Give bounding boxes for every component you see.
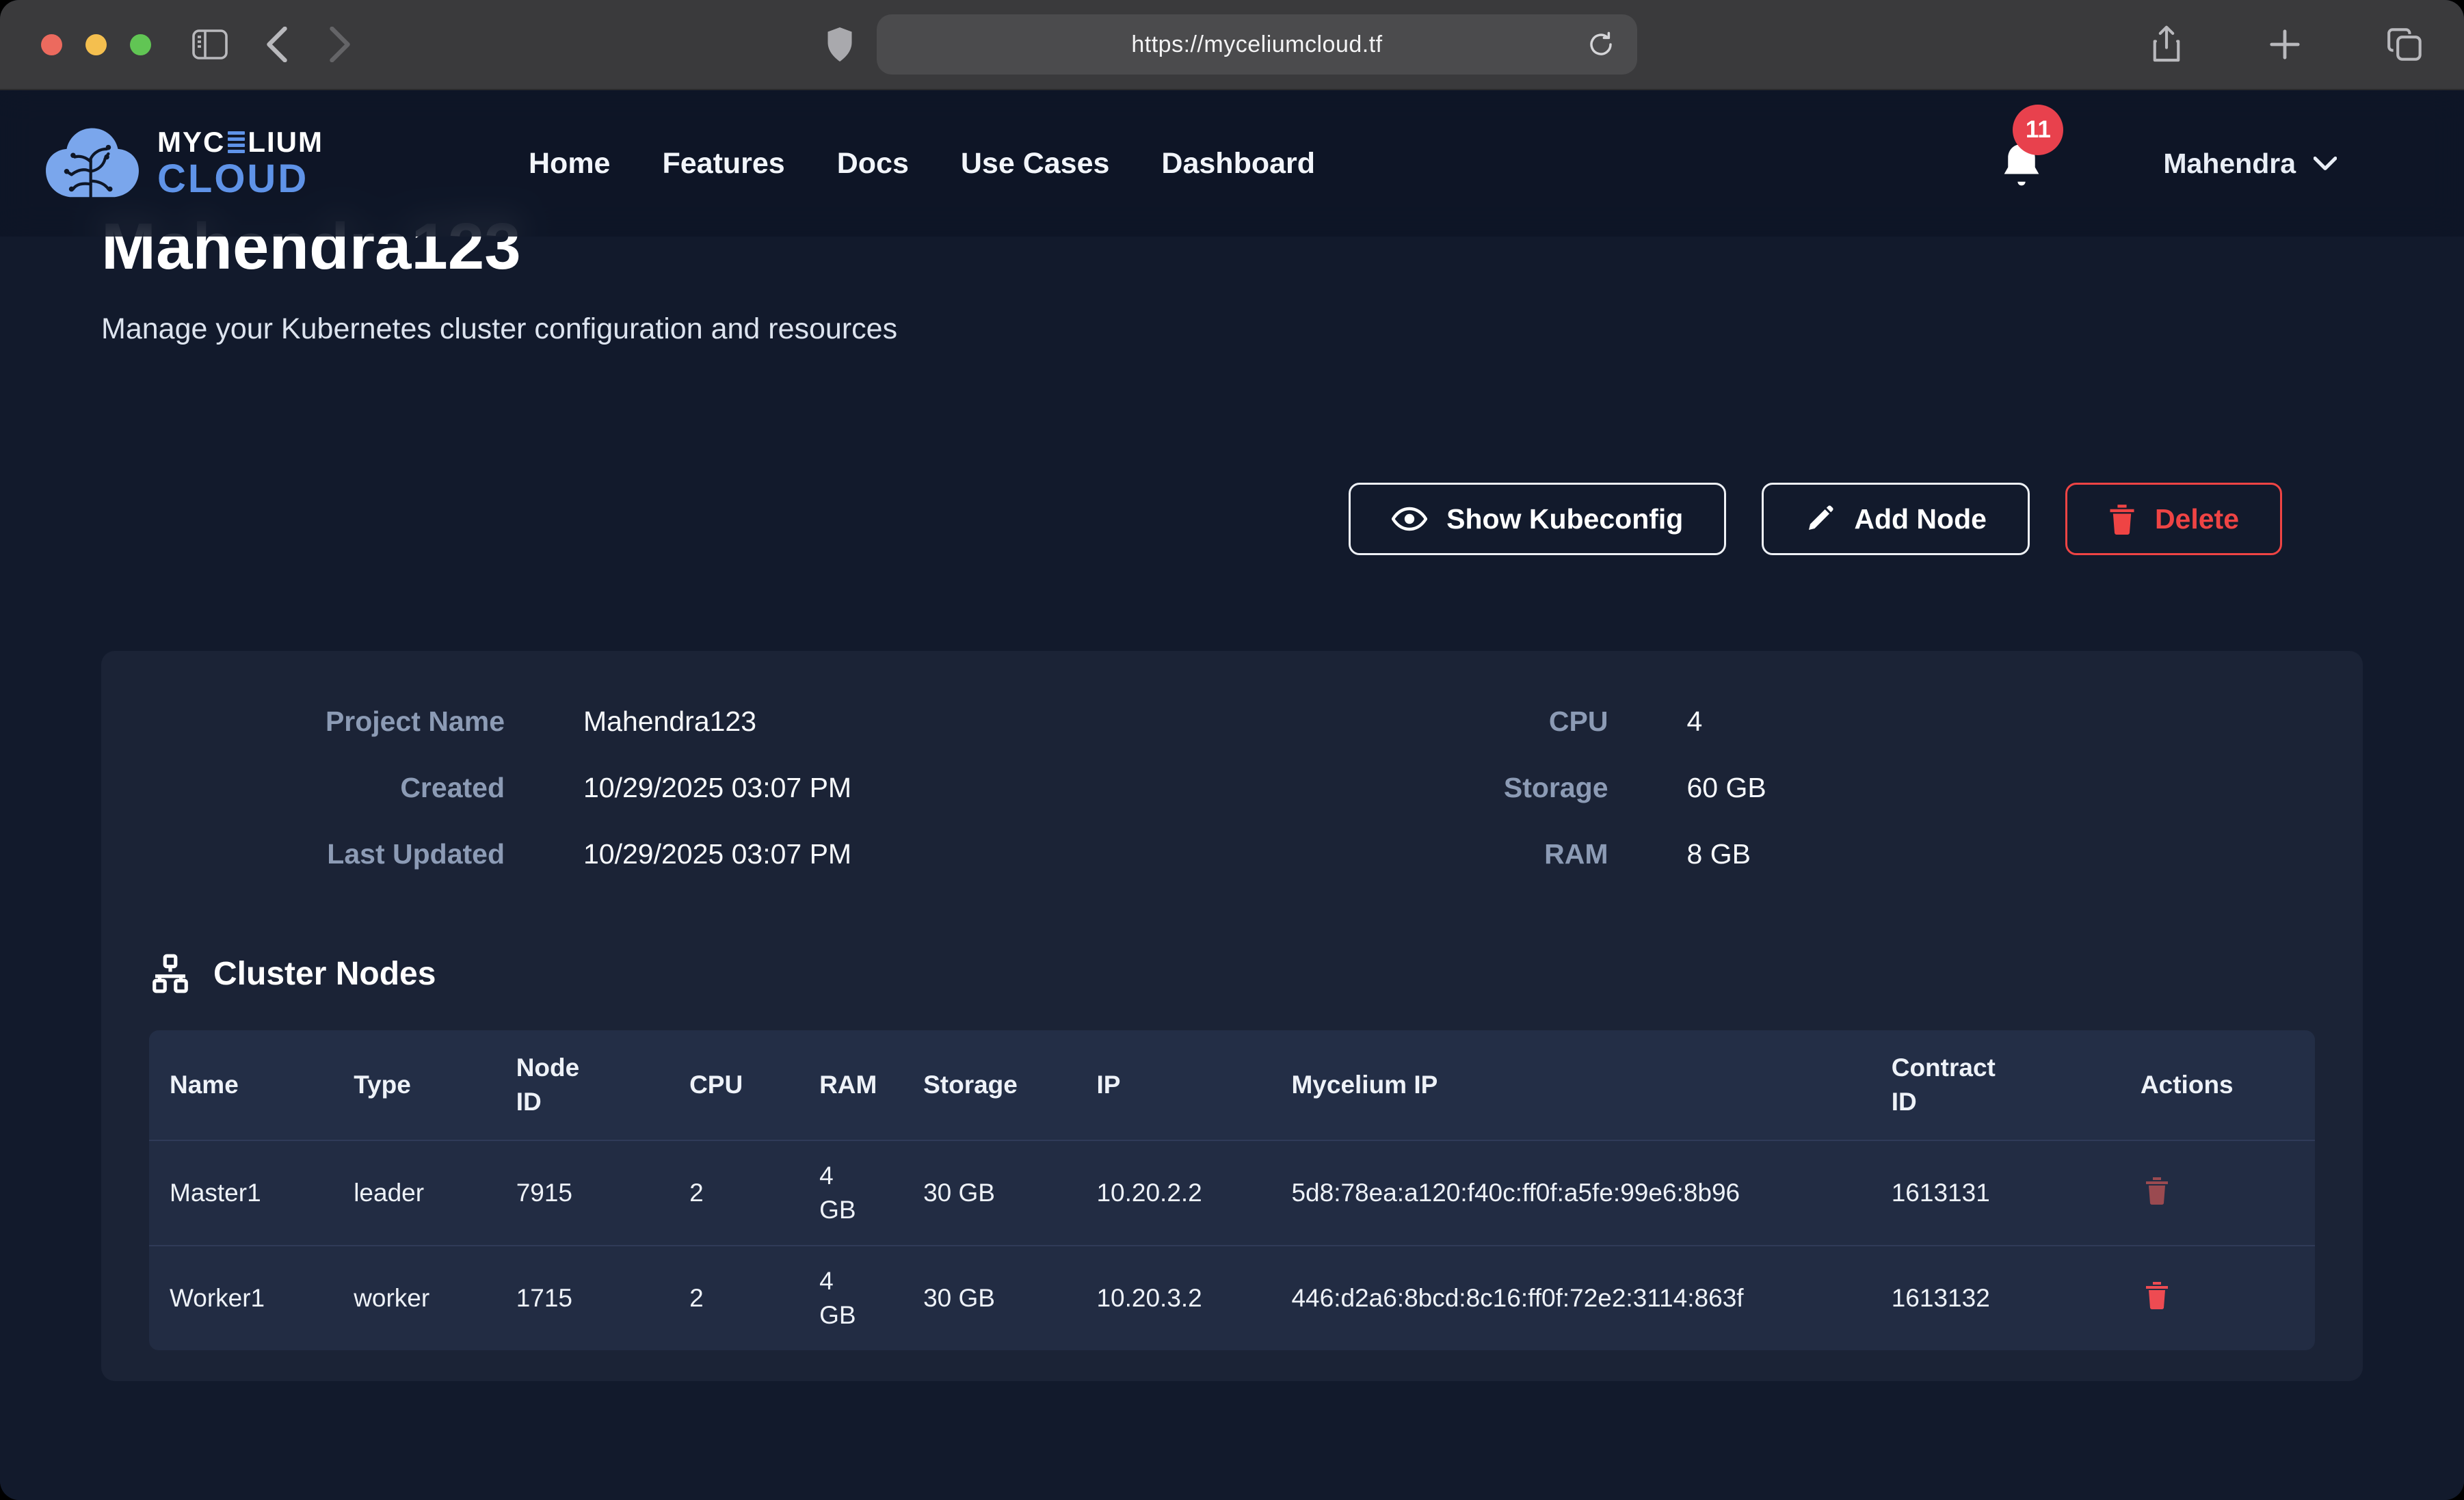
col-name: Name [149, 1030, 333, 1140]
table-row: Master1 leader 7915 2 4 GB 30 GB 10.20.2… [149, 1140, 2315, 1246]
cell-actions [2120, 1246, 2315, 1350]
cell-name: Master1 [149, 1140, 333, 1246]
close-window-button[interactable] [41, 34, 62, 55]
delete-cluster-button[interactable]: Delete [2065, 483, 2282, 555]
main-content: Mahendra123 Manage your Kubernetes clust… [0, 90, 2464, 1381]
cell-type: worker [333, 1246, 496, 1350]
pencil-icon [1805, 504, 1835, 534]
delete-node-button[interactable] [2141, 1176, 2169, 1205]
cell-storage: 30 GB [903, 1246, 1076, 1350]
site-navbar: MYC LIUM CLOUD Home Features Docs Use Ca… [0, 90, 2464, 237]
forward-button[interactable] [326, 27, 354, 62]
eye-icon [1392, 505, 1427, 533]
sidebar-toggle-icon[interactable] [192, 29, 228, 59]
cluster-nodes-table: Name Type Node ID CPU RAM Storage IP Myc… [149, 1030, 2315, 1350]
reload-icon[interactable] [1582, 14, 1619, 75]
col-type: Type [333, 1030, 496, 1140]
network-nodes-icon [149, 952, 191, 995]
col-ram: RAM [799, 1030, 903, 1140]
brand-e-glyph [228, 131, 245, 153]
nav-right: 11 Mahendra [2000, 140, 2423, 187]
user-name: Mahendra [2163, 148, 2296, 180]
cell-cpu: 2 [669, 1140, 799, 1246]
new-tab-icon[interactable] [2268, 28, 2301, 61]
user-menu[interactable]: Mahendra [2159, 147, 2341, 180]
trash-icon [2145, 1281, 2169, 1309]
notification-badge: 11 [2013, 105, 2063, 155]
info-row-cpu: CPU 4 [1253, 706, 2316, 738]
cell-ip: 10.20.2.2 [1076, 1140, 1271, 1246]
mycelium-cloud-logo-icon [41, 123, 144, 204]
tab-overview-icon[interactable] [2387, 27, 2423, 62]
nav-item-dashboard[interactable]: Dashboard [1161, 147, 1315, 180]
col-storage: Storage [903, 1030, 1076, 1140]
brand-line1: MYC LIUM [157, 128, 323, 157]
cell-contract-id: 1613131 [1871, 1140, 2120, 1246]
brand-line2: CLOUD [157, 159, 323, 199]
col-node-id: Node ID [496, 1030, 669, 1140]
nav-item-docs[interactable]: Docs [837, 147, 909, 180]
trash-icon [2108, 503, 2136, 535]
info-row-created: Created 10/29/2025 03:07 PM [149, 772, 1212, 804]
page-subtitle: Manage your Kubernetes cluster configura… [101, 312, 2363, 346]
delete-node-button[interactable] [2141, 1281, 2169, 1309]
nav-item-use-cases[interactable]: Use Cases [961, 147, 1110, 180]
cell-mycelium-ip: 5d8:78ea:a120:f40c:ff0f:a5fe:99e6:8b96 [1271, 1140, 1870, 1246]
browser-window: https://myceliumcloud.tf [0, 0, 2464, 1500]
brand[interactable]: MYC LIUM CLOUD [41, 123, 323, 204]
share-icon[interactable] [2151, 25, 2182, 64]
toolbar-right [2151, 25, 2423, 64]
url-text: https://myceliumcloud.tf [1131, 31, 1382, 58]
brand-text: MYC LIUM CLOUD [157, 128, 323, 199]
back-button[interactable] [263, 27, 291, 62]
info-row-storage: Storage 60 GB [1253, 772, 2316, 804]
browser-toolbar: https://myceliumcloud.tf [0, 0, 2464, 90]
nav-item-features[interactable]: Features [662, 147, 784, 180]
cell-name: Worker1 [149, 1246, 333, 1350]
table-row: Worker1 worker 1715 2 4 GB 30 GB 10.20.3… [149, 1246, 2315, 1350]
address-bar[interactable]: https://myceliumcloud.tf [877, 14, 1637, 75]
notifications-button[interactable]: 11 [2000, 140, 2043, 187]
col-mycelium-ip: Mycelium IP [1271, 1030, 1870, 1140]
project-info: Project Name Mahendra123 CPU 4 Created 1… [149, 706, 2315, 905]
info-row-ram: RAM 8 GB [1253, 838, 2316, 870]
cell-actions [2120, 1140, 2315, 1246]
nav-item-home[interactable]: Home [529, 147, 610, 180]
nav-links: Home Features Docs Use Cases Dashboard [529, 147, 1315, 180]
window-controls [41, 34, 151, 55]
table-header-row: Name Type Node ID CPU RAM Storage IP Myc… [149, 1030, 2315, 1140]
cell-node-id: 7915 [496, 1140, 669, 1246]
cluster-nodes-heading: Cluster Nodes [149, 952, 2315, 995]
chevron-down-icon [2314, 156, 2337, 171]
zoom-window-button[interactable] [130, 34, 151, 55]
minimize-window-button[interactable] [85, 34, 107, 55]
col-actions: Actions [2120, 1030, 2315, 1140]
add-node-button[interactable]: Add Node [1762, 483, 2030, 555]
address-zone: https://myceliumcloud.tf [354, 14, 2110, 75]
cluster-details-panel: Project Name Mahendra123 CPU 4 Created 1… [101, 651, 2363, 1381]
info-row-project-name: Project Name Mahendra123 [149, 706, 1212, 738]
show-kubeconfig-button[interactable]: Show Kubeconfig [1349, 483, 1726, 555]
cell-type: leader [333, 1140, 496, 1246]
cell-node-id: 1715 [496, 1246, 669, 1350]
col-ip: IP [1076, 1030, 1271, 1140]
privacy-shield-icon[interactable] [826, 27, 853, 62]
col-contract-id: Contract ID [1871, 1030, 2120, 1140]
cell-storage: 30 GB [903, 1140, 1076, 1246]
cell-ram: 4 GB [799, 1140, 903, 1246]
cell-ip: 10.20.3.2 [1076, 1246, 1271, 1350]
info-row-last-updated: Last Updated 10/29/2025 03:07 PM [149, 838, 1212, 870]
trash-icon [2145, 1176, 2169, 1205]
col-cpu: CPU [669, 1030, 799, 1140]
cell-ram: 4 GB [799, 1246, 903, 1350]
page: MYC LIUM CLOUD Home Features Docs Use Ca… [0, 90, 2464, 1500]
cluster-actions: Show Kubeconfig Add Node Delete [101, 483, 2363, 555]
cell-contract-id: 1613132 [1871, 1246, 2120, 1350]
cell-mycelium-ip: 446:d2a6:8bcd:8c16:ff0f:72e2:3114:863f [1271, 1246, 1870, 1350]
cell-cpu: 2 [669, 1246, 799, 1350]
